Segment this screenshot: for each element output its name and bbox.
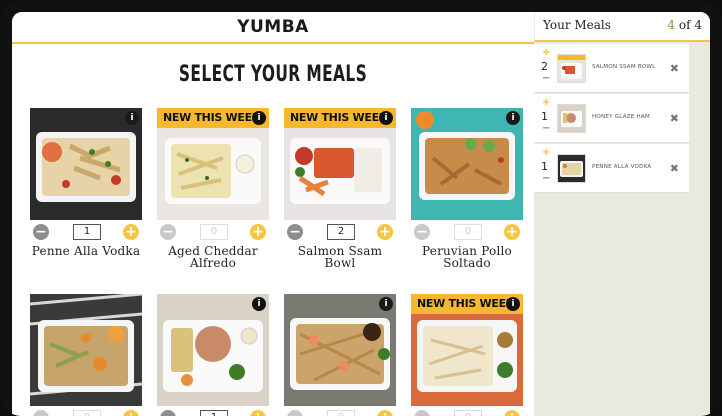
quantity-stepper: − 0 + bbox=[411, 408, 523, 416]
cart-item: + 1 − HONEY GLAZE HAM ✖ bbox=[534, 94, 689, 143]
info-icon[interactable]: i bbox=[506, 111, 520, 125]
quantity-field[interactable]: 1 bbox=[73, 224, 101, 240]
minus-icon[interactable]: − bbox=[33, 410, 49, 416]
meal-photo[interactable] bbox=[30, 294, 142, 406]
cart-item: + 2 − SALMON SSAM BOWL ✖ bbox=[534, 44, 689, 93]
cart-item-name: HONEY GLAZE HAM bbox=[592, 114, 650, 120]
plus-icon[interactable]: + bbox=[542, 47, 550, 58]
meal-photo[interactable]: i bbox=[30, 108, 142, 220]
quantity-stepper: − 0 + bbox=[284, 408, 396, 416]
info-icon[interactable]: i bbox=[125, 111, 139, 125]
quantity-stepper: − 0 + bbox=[411, 222, 523, 242]
meal-card[interactable]: i − 1 + bbox=[157, 294, 269, 416]
meal-card[interactable]: i − 0 + Peruvian Pollo Soltado bbox=[411, 108, 523, 269]
meal-count-current: 4 bbox=[667, 18, 676, 32]
minus-icon[interactable]: − bbox=[287, 410, 303, 416]
meal-card[interactable]: NEW THIS WEEK i − 2 + Salmon Ssam Bowl bbox=[284, 108, 396, 269]
info-icon[interactable]: i bbox=[252, 111, 266, 125]
device-frame: YUMBA SELECT YOUR MEALS i − 1 + Penne Al… bbox=[0, 0, 722, 416]
meal-photo[interactable]: NEW THIS WEEK i bbox=[411, 294, 523, 406]
meal-name: Aged Cheddar Alfredo bbox=[168, 244, 258, 270]
minus-icon[interactable]: − bbox=[542, 123, 550, 134]
minus-icon[interactable]: − bbox=[414, 410, 430, 416]
meal-photo[interactable]: NEW THIS WEEK i bbox=[284, 108, 396, 220]
cart-item-quantity: 1 bbox=[541, 110, 548, 123]
info-icon[interactable]: i bbox=[252, 297, 266, 311]
plus-icon[interactable]: + bbox=[123, 224, 139, 240]
plus-icon[interactable]: + bbox=[542, 97, 550, 108]
meal-card[interactable]: − 0 + bbox=[30, 294, 142, 416]
plus-icon[interactable]: + bbox=[504, 410, 520, 416]
plus-icon[interactable]: + bbox=[542, 147, 550, 158]
yumba-logo[interactable]: YUMBA bbox=[237, 17, 309, 37]
quantity-stepper: − 0 + bbox=[30, 408, 142, 416]
minus-icon[interactable]: − bbox=[542, 173, 550, 184]
cart-item-thumbnail bbox=[557, 54, 586, 83]
plus-icon[interactable]: + bbox=[377, 224, 393, 240]
minus-icon[interactable]: − bbox=[33, 224, 49, 240]
minus-icon[interactable]: − bbox=[160, 410, 176, 416]
meal-photo[interactable]: NEW THIS WEEK i bbox=[157, 108, 269, 220]
meal-card[interactable]: NEW THIS WEEK i − 0 + Aged Cheddar Alfre… bbox=[157, 108, 269, 269]
meal-name: Peruvian Pollo Soltado bbox=[422, 244, 512, 270]
quantity-field[interactable]: 2 bbox=[327, 224, 355, 240]
plus-icon[interactable]: + bbox=[377, 410, 393, 416]
meal-card[interactable]: i − 1 + Penne Alla Vodka bbox=[30, 108, 142, 257]
sidebar-header: Your Meals 4 of 4 bbox=[534, 12, 710, 42]
cart-item: + 1 − PENNE ALLA VODKA ✖ bbox=[534, 144, 689, 193]
close-icon[interactable]: ✖ bbox=[670, 162, 679, 175]
meal-name: Penne Alla Vodka bbox=[31, 244, 141, 258]
sidebar-title: Your Meals bbox=[543, 18, 611, 32]
info-icon[interactable]: i bbox=[506, 297, 520, 311]
quantity-stepper: − 0 + bbox=[157, 222, 269, 242]
cart-item-thumbnail bbox=[557, 154, 586, 183]
meal-card[interactable]: i − 0 + bbox=[284, 294, 396, 416]
plus-icon[interactable]: + bbox=[250, 410, 266, 416]
quantity-field[interactable]: 0 bbox=[200, 224, 228, 240]
quantity-stepper: − 2 + bbox=[284, 222, 396, 242]
plus-icon[interactable]: + bbox=[250, 224, 266, 240]
cart-item-quantity: 1 bbox=[541, 160, 548, 173]
info-icon[interactable]: i bbox=[379, 111, 393, 125]
quantity-field[interactable]: 0 bbox=[327, 410, 355, 416]
quantity-field[interactable]: 0 bbox=[73, 410, 101, 416]
cart-item-name: PENNE ALLA VODKA bbox=[592, 164, 652, 170]
meal-photo[interactable]: i bbox=[157, 294, 269, 406]
meal-photo[interactable]: i bbox=[284, 294, 396, 406]
close-icon[interactable]: ✖ bbox=[670, 112, 679, 125]
quantity-field[interactable]: 0 bbox=[454, 410, 482, 416]
quantity-field[interactable]: 0 bbox=[454, 224, 482, 240]
meal-name: Salmon Ssam Bowl bbox=[297, 244, 383, 270]
cart-item-thumbnail bbox=[557, 104, 586, 133]
top-bar: YUMBA bbox=[12, 12, 534, 44]
plus-icon[interactable]: + bbox=[504, 224, 520, 240]
quantity-stepper: − 1 + bbox=[30, 222, 142, 242]
meal-selection-panel: YUMBA SELECT YOUR MEALS i − 1 + Penne Al… bbox=[12, 12, 534, 416]
quantity-field[interactable]: 1 bbox=[200, 410, 228, 416]
meal-count-total: of 4 bbox=[678, 18, 702, 32]
page-title: SELECT YOUR MEALS bbox=[178, 62, 368, 87]
minus-icon[interactable]: − bbox=[160, 224, 176, 240]
quantity-stepper: − 1 + bbox=[157, 408, 269, 416]
cart-item-quantity: 2 bbox=[541, 60, 548, 73]
meal-count: 4 of 4 bbox=[667, 18, 702, 32]
minus-icon[interactable]: − bbox=[542, 73, 550, 84]
info-icon[interactable]: i bbox=[379, 297, 393, 311]
cart-item-name: SALMON SSAM BOWL bbox=[592, 64, 656, 70]
minus-icon[interactable]: − bbox=[414, 224, 430, 240]
your-meals-sidebar: Your Meals 4 of 4 + 2 − SALMON SSAM BOWL… bbox=[534, 12, 710, 416]
meal-card[interactable]: NEW THIS WEEK i − 0 + bbox=[411, 294, 523, 416]
close-icon[interactable]: ✖ bbox=[670, 62, 679, 75]
minus-icon[interactable]: − bbox=[287, 224, 303, 240]
app-screen: YUMBA SELECT YOUR MEALS i − 1 + Penne Al… bbox=[12, 12, 710, 416]
plus-icon[interactable]: + bbox=[123, 410, 139, 416]
meal-photo[interactable]: i bbox=[411, 108, 523, 220]
